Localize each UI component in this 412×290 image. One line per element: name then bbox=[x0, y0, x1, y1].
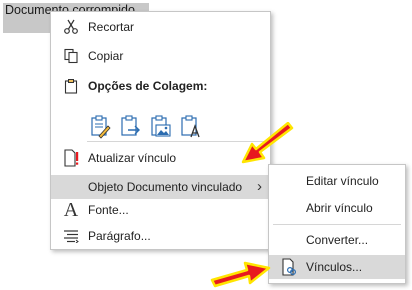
paste-options-row bbox=[87, 114, 260, 142]
copy-label: Copiar bbox=[88, 49, 124, 63]
copy-menu-item[interactable]: Copiar bbox=[51, 44, 270, 68]
cut-menu-item[interactable]: Recortar bbox=[51, 15, 270, 39]
open-link-menu-item[interactable]: Abrir vínculo bbox=[269, 196, 405, 220]
paste-options-label: Opções de Colagem: bbox=[88, 79, 208, 93]
copy-icon bbox=[61, 46, 81, 66]
linked-object-label: Objeto Documento vinculado bbox=[88, 180, 243, 194]
chevron-right-icon: › bbox=[257, 178, 262, 195]
paragraph-label: Parágrafo... bbox=[88, 229, 151, 243]
paste-picture-button[interactable] bbox=[149, 114, 173, 140]
update-link-icon bbox=[61, 148, 81, 168]
links-menu-item[interactable]: Vínculos... bbox=[269, 255, 405, 279]
red-arrow-annotation bbox=[241, 122, 294, 164]
submenu-separator bbox=[273, 224, 401, 225]
paste-keep-source-icon bbox=[91, 115, 111, 139]
update-link-label: Atualizar vínculo bbox=[88, 151, 177, 165]
convert-label: Converter... bbox=[306, 233, 369, 247]
paste-picture-icon bbox=[151, 115, 171, 137]
linked-object-menu-item[interactable]: Objeto Documento vinculado › bbox=[51, 175, 270, 199]
paragraph-icon bbox=[61, 226, 81, 246]
paste-merge-icon bbox=[121, 115, 140, 136]
paste-merge-formatting-button[interactable] bbox=[119, 114, 143, 140]
font-menu-item[interactable]: A Fonte... bbox=[51, 198, 270, 222]
cut-label: Recortar bbox=[88, 20, 135, 34]
paragraph-menu-item[interactable]: Parágrafo... bbox=[51, 224, 270, 248]
paste-keep-source-formatting-button[interactable] bbox=[89, 114, 113, 140]
edit-link-menu-item[interactable]: Editar vínculo bbox=[269, 169, 405, 193]
clipboard-icon bbox=[61, 76, 81, 96]
links-label: Vínculos... bbox=[306, 260, 363, 274]
convert-menu-item[interactable]: Converter... bbox=[269, 228, 405, 252]
edit-link-label: Editar vínculo bbox=[306, 174, 379, 188]
font-icon: A bbox=[63, 198, 79, 221]
open-link-label: Abrir vínculo bbox=[306, 201, 373, 215]
font-label: Fonte... bbox=[88, 203, 129, 217]
linked-object-submenu: Editar vínculo Abrir vínculo Converter..… bbox=[268, 164, 406, 284]
paste-options-header: Opções de Colagem: bbox=[51, 74, 270, 98]
paste-text-only-icon bbox=[181, 115, 200, 138]
links-icon bbox=[279, 257, 299, 277]
scissors-icon bbox=[61, 17, 81, 37]
paste-keep-text-only-button[interactable] bbox=[179, 114, 203, 140]
red-arrow-annotation bbox=[210, 261, 271, 288]
